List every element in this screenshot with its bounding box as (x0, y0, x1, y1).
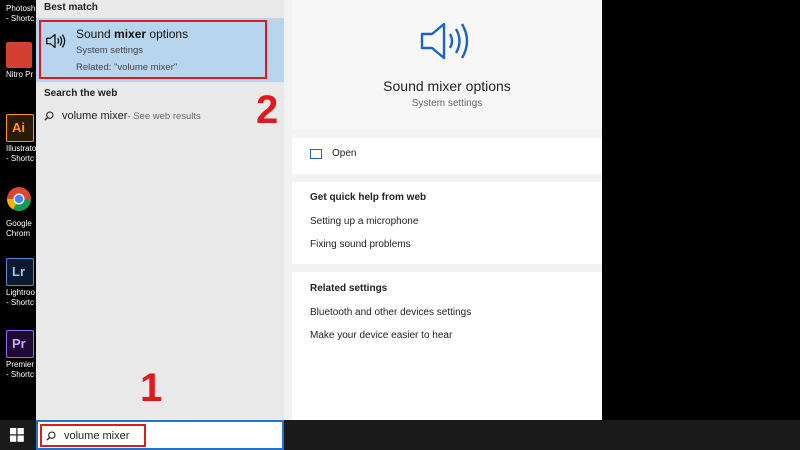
taskbar-search-input[interactable]: volume mixer (36, 420, 284, 450)
quick-help-link[interactable]: Setting up a microphone (310, 216, 418, 227)
divider (292, 174, 602, 182)
illustrator-icon: Ai (6, 114, 34, 142)
open-label: Open (332, 148, 357, 159)
best-match-heading: Best match (44, 2, 98, 13)
desktop-icon-nitro[interactable]: Nitro Pr (6, 42, 36, 80)
divider (292, 130, 602, 138)
divider (292, 264, 602, 272)
details-pane: Sound mixer options System settings Open… (292, 0, 602, 420)
desktop-icon-label: Premier - Shortc (6, 360, 35, 379)
related-settings-link[interactable]: Make your device easier to hear (310, 330, 452, 341)
desktop-strip: Photosh - Shortc Nitro Pr Ai Illustrato … (0, 0, 36, 420)
speaker-large-icon (420, 22, 469, 60)
desktop-icon-label: Photosh - Shortc (6, 4, 36, 23)
desktop-icon-lightroom[interactable]: Lr Lightroo - Shortc (6, 258, 36, 308)
search-query-text: volume mixer (64, 430, 130, 442)
desktop-icon-chrome[interactable]: Google Chrom (6, 186, 36, 239)
search-icon (44, 111, 54, 121)
results-list: Best match Sound mixer options System se… (36, 0, 284, 420)
details-subtitle: System settings (411, 98, 483, 109)
lightroom-icon: Lr (6, 258, 34, 286)
desktop-icon-label: Google Chrom (6, 219, 32, 238)
best-match-item[interactable]: Sound mixer options System settings Rela… (36, 18, 284, 82)
details-header: Sound mixer options System settings (292, 0, 602, 130)
windows-start-icon[interactable] (10, 428, 24, 442)
speaker-icon (46, 33, 66, 49)
desktop-icon-premiere[interactable]: Pr Premier - Shortc (6, 330, 36, 380)
search-results-panel: Best match Sound mixer options System se… (36, 0, 602, 420)
desktop-icon-label: Lightroo - Shortc (6, 288, 35, 307)
step-number-one: 1 (140, 366, 163, 410)
desktop-icon-label: Illustrato - Shortc (6, 144, 37, 163)
open-action[interactable]: Open (310, 148, 356, 159)
quick-help-link[interactable]: Fixing sound problems (310, 239, 411, 250)
best-match-title: Sound mixer options (76, 27, 189, 41)
web-result-item[interactable]: volume mixer - See web results (44, 110, 201, 122)
details-title: Sound mixer options (383, 78, 511, 94)
desktop-icon-label: Nitro Pr (6, 70, 34, 79)
quick-help-heading: Get quick help from web (310, 192, 427, 203)
best-match-related: Related: "volume mixer" (76, 62, 178, 73)
related-settings-heading: Related settings (310, 283, 388, 294)
search-icon (46, 431, 56, 441)
premiere-icon: Pr (6, 330, 34, 358)
desktop-icon-photoshop[interactable]: Photosh - Shortc (6, 2, 36, 24)
web-result-suffix: - See web results (127, 110, 201, 122)
chrome-icon (6, 187, 32, 212)
search-web-heading: Search the web (44, 88, 118, 99)
web-result-query: volume mixer (62, 110, 128, 122)
open-window-icon (310, 148, 322, 159)
step-number-two: 2 (256, 88, 279, 132)
best-match-subtitle: System settings (76, 45, 144, 56)
desktop-icon-illustrator[interactable]: Ai Illustrato - Shortc (6, 114, 36, 164)
related-settings-link[interactable]: Bluetooth and other devices settings (310, 307, 471, 318)
nitro-icon (6, 42, 32, 68)
